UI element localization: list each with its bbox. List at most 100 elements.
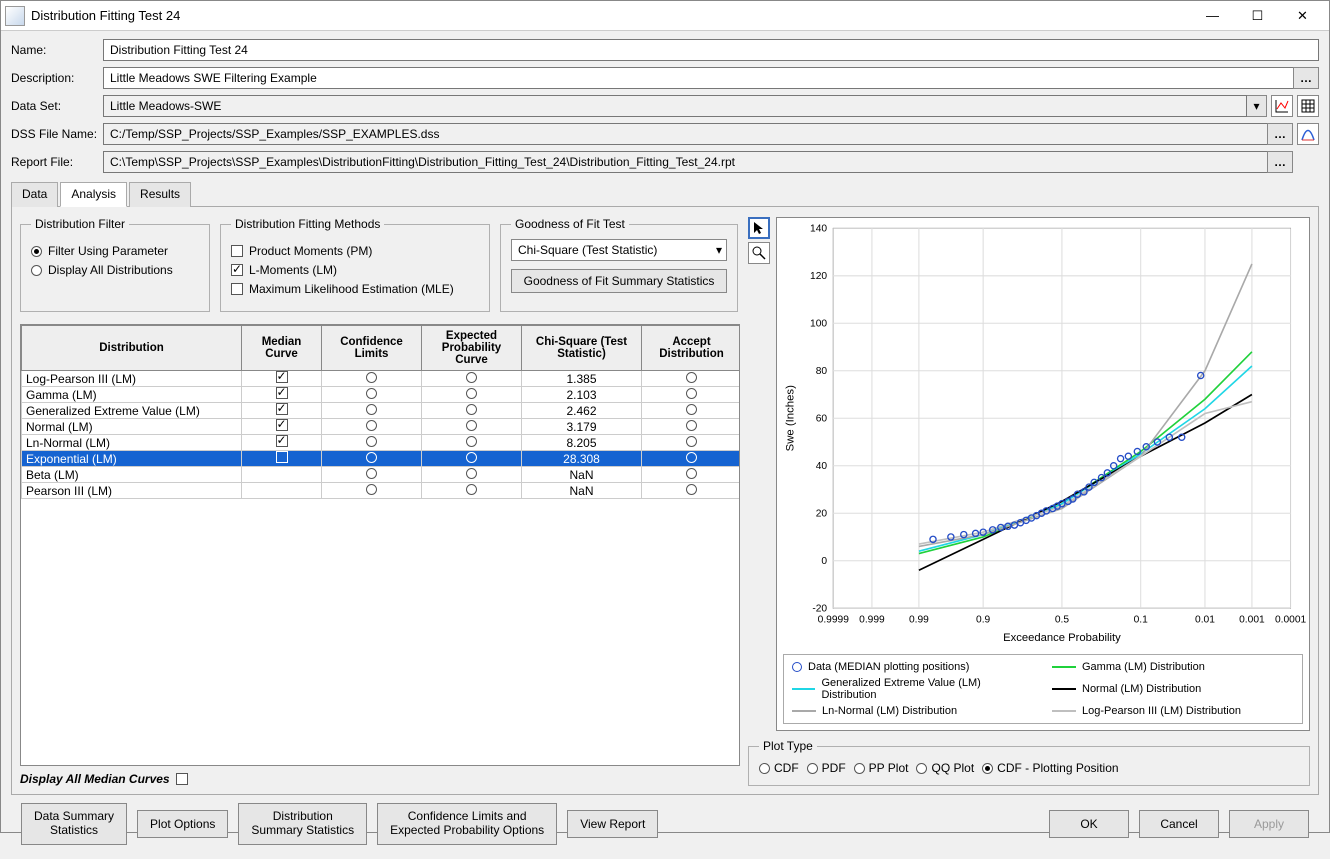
accept-radio[interactable] [686, 468, 697, 479]
dssfile-input[interactable] [103, 123, 1268, 145]
expected-radio[interactable] [466, 372, 477, 383]
ok-button[interactable]: OK [1049, 810, 1129, 838]
col-confidence[interactable]: Confidence Limits [322, 326, 422, 371]
table-icon[interactable] [1297, 95, 1319, 117]
median-checkbox[interactable] [276, 435, 288, 447]
distribution-summary-button[interactable]: DistributionSummary Statistics [238, 803, 367, 845]
mle-checkbox[interactable] [231, 283, 243, 295]
lm-checkbox[interactable] [231, 264, 243, 276]
goodness-of-fit-legend: Goodness of Fit Test [511, 217, 629, 231]
confidence-radio[interactable] [366, 388, 377, 399]
table-row[interactable]: Pearson III (LM) NaN [22, 483, 741, 499]
expected-radio[interactable] [466, 484, 477, 495]
cancel-button[interactable]: Cancel [1139, 810, 1219, 838]
col-distribution[interactable]: Distribution [22, 326, 242, 371]
col-median[interactable]: Median Curve [242, 326, 322, 371]
median-checkbox[interactable] [276, 403, 288, 415]
apply-button[interactable]: Apply [1229, 810, 1309, 838]
expected-radio[interactable] [466, 468, 477, 479]
table-row[interactable]: Normal (LM)3.179 [22, 419, 741, 435]
median-checkbox[interactable] [276, 387, 288, 399]
svg-text:0: 0 [821, 556, 827, 567]
plot-type-pp[interactable] [854, 763, 865, 774]
chart[interactable]: 0.99990.9990.990.90.50.10.010.0010.0001-… [776, 217, 1310, 731]
confidence-radio[interactable] [366, 436, 377, 447]
filter-using-parameter-radio[interactable] [31, 246, 42, 257]
col-chi[interactable]: Chi-Square (Test Statistic) [522, 326, 642, 371]
expected-radio[interactable] [466, 404, 477, 415]
dist-name: Gamma (LM) [22, 387, 242, 403]
accept-radio[interactable] [686, 436, 697, 447]
table-row[interactable]: Gamma (LM)2.103 [22, 387, 741, 403]
col-accept[interactable]: Accept Distribution [642, 326, 741, 371]
svg-text:100: 100 [810, 318, 827, 329]
data-summary-button[interactable]: Data SummaryStatistics [21, 803, 127, 845]
report-input[interactable] [103, 151, 1268, 173]
table-row[interactable]: Ln-Normal (LM)8.205 [22, 435, 741, 451]
expected-radio[interactable] [466, 436, 477, 447]
tab-data[interactable]: Data [11, 182, 58, 207]
distribution-table: Distribution Median Curve Confidence Lim… [20, 324, 740, 766]
description-input[interactable] [103, 67, 1294, 89]
description-browse-button[interactable]: … [1293, 67, 1319, 89]
confidence-radio[interactable] [366, 452, 377, 463]
legend-label-gamma: Gamma (LM) Distribution [1082, 661, 1205, 673]
accept-radio[interactable] [686, 404, 697, 415]
confidence-radio[interactable] [366, 404, 377, 415]
accept-radio[interactable] [686, 420, 697, 431]
dist-name: Pearson III (LM) [22, 483, 242, 499]
confidence-radio[interactable] [366, 484, 377, 495]
confidence-limits-button[interactable]: Confidence Limits andExpected Probabilit… [377, 803, 557, 845]
plot-icon[interactable] [1271, 95, 1293, 117]
plot-type-pdf[interactable] [807, 763, 818, 774]
confidence-radio[interactable] [366, 468, 377, 479]
accept-radio[interactable] [686, 484, 697, 495]
legend-swatch-gamma [1052, 666, 1076, 668]
chi-value: NaN [522, 483, 642, 499]
display-all-distributions-radio[interactable] [31, 265, 42, 276]
minimize-button[interactable]: — [1190, 1, 1235, 31]
col-expected[interactable]: Expected Probability Curve [422, 326, 522, 371]
close-button[interactable]: ✕ [1280, 1, 1325, 31]
accept-radio[interactable] [686, 452, 697, 463]
view-report-button[interactable]: View Report [567, 810, 658, 838]
report-browse-button[interactable]: … [1267, 151, 1293, 173]
dist-name: Ln-Normal (LM) [22, 435, 242, 451]
accept-radio[interactable] [686, 388, 697, 399]
name-input[interactable] [103, 39, 1319, 61]
table-row[interactable]: Generalized Extreme Value (LM)2.462 [22, 403, 741, 419]
dataset-select[interactable] [103, 95, 1247, 117]
plot-options-button[interactable]: Plot Options [137, 810, 228, 838]
gof-summary-button[interactable]: Goodness of Fit Summary Statistics [511, 269, 727, 293]
expected-radio[interactable] [466, 452, 477, 463]
median-checkbox[interactable] [276, 371, 288, 383]
median-checkbox[interactable] [276, 419, 288, 431]
plot-type-cdf[interactable] [759, 763, 770, 774]
plot-type-cdfpp[interactable] [982, 763, 993, 774]
pointer-tool[interactable] [748, 217, 770, 239]
display-all-median-checkbox[interactable] [176, 773, 188, 785]
median-checkbox[interactable] [276, 451, 288, 463]
table-row[interactable]: Beta (LM)NaN [22, 467, 741, 483]
dataset-dropdown-arrow[interactable]: ▾ [1247, 95, 1267, 117]
confidence-radio[interactable] [366, 420, 377, 431]
gof-test-select[interactable]: Chi-Square (Test Statistic) ▾ [511, 239, 727, 261]
tab-analysis[interactable]: Analysis [60, 182, 127, 207]
plot-type-qq[interactable] [916, 763, 927, 774]
zoom-tool[interactable] [748, 242, 770, 264]
table-row[interactable]: Exponential (LM)28.308 [22, 451, 741, 467]
table-row[interactable]: Log-Pearson III (LM)1.385 [22, 371, 741, 387]
svg-text:0.01: 0.01 [1195, 615, 1215, 626]
confidence-radio[interactable] [366, 372, 377, 383]
svg-text:0.9: 0.9 [976, 615, 990, 626]
tab-results[interactable]: Results [129, 182, 191, 207]
maximize-button[interactable]: ☐ [1235, 1, 1280, 31]
dssfile-browse-button[interactable]: … [1267, 123, 1293, 145]
expected-radio[interactable] [466, 388, 477, 399]
svg-text:0.99: 0.99 [909, 615, 929, 626]
pm-checkbox[interactable] [231, 245, 243, 257]
distribution-icon[interactable] [1297, 123, 1319, 145]
chi-value: 1.385 [522, 371, 642, 387]
accept-radio[interactable] [686, 372, 697, 383]
expected-radio[interactable] [466, 420, 477, 431]
